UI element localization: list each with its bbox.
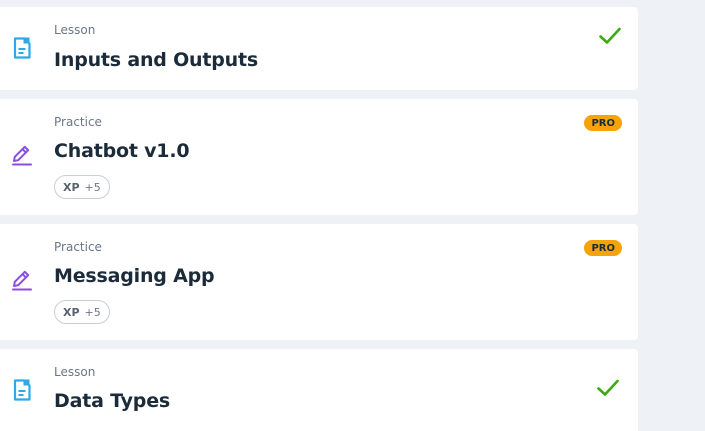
lesson-document-icon (10, 36, 34, 60)
lesson-list: Lesson Inputs and Outputs Practice Chatb… (0, 0, 705, 431)
item-type-label: Practice (54, 240, 102, 254)
completed-check-icon (598, 24, 622, 48)
item-type-label: Practice (54, 115, 102, 129)
item-title: Chatbot v1.0 (54, 140, 190, 162)
item-title: Inputs and Outputs (54, 49, 258, 71)
xp-reward-badge: XP +5 (54, 175, 110, 199)
pro-badge: PRO (584, 240, 622, 256)
pro-badge: PRO (584, 115, 622, 131)
practice-pencil-icon (10, 268, 34, 292)
xp-reward-badge: XP +5 (54, 300, 110, 324)
item-title: Messaging App (54, 265, 215, 287)
xp-label: XP (63, 305, 80, 319)
xp-value: +5 (84, 305, 101, 319)
list-item-practice-chatbot[interactable]: Practice Chatbot v1.0 XP +5 PRO (0, 99, 638, 215)
list-item-lesson-data-types[interactable]: Lesson Data Types (0, 349, 638, 431)
xp-label: XP (63, 180, 80, 194)
practice-pencil-icon (10, 143, 34, 167)
item-type-label: Lesson (54, 365, 96, 379)
completed-check-icon (596, 376, 620, 400)
xp-value: +5 (84, 180, 101, 194)
lesson-document-icon (10, 378, 34, 402)
item-type-label: Lesson (54, 23, 96, 37)
list-item-practice-messaging-app[interactable]: Practice Messaging App XP +5 PRO (0, 224, 638, 340)
item-title: Data Types (54, 390, 170, 412)
list-item-lesson-inputs-outputs[interactable]: Lesson Inputs and Outputs (0, 7, 638, 90)
